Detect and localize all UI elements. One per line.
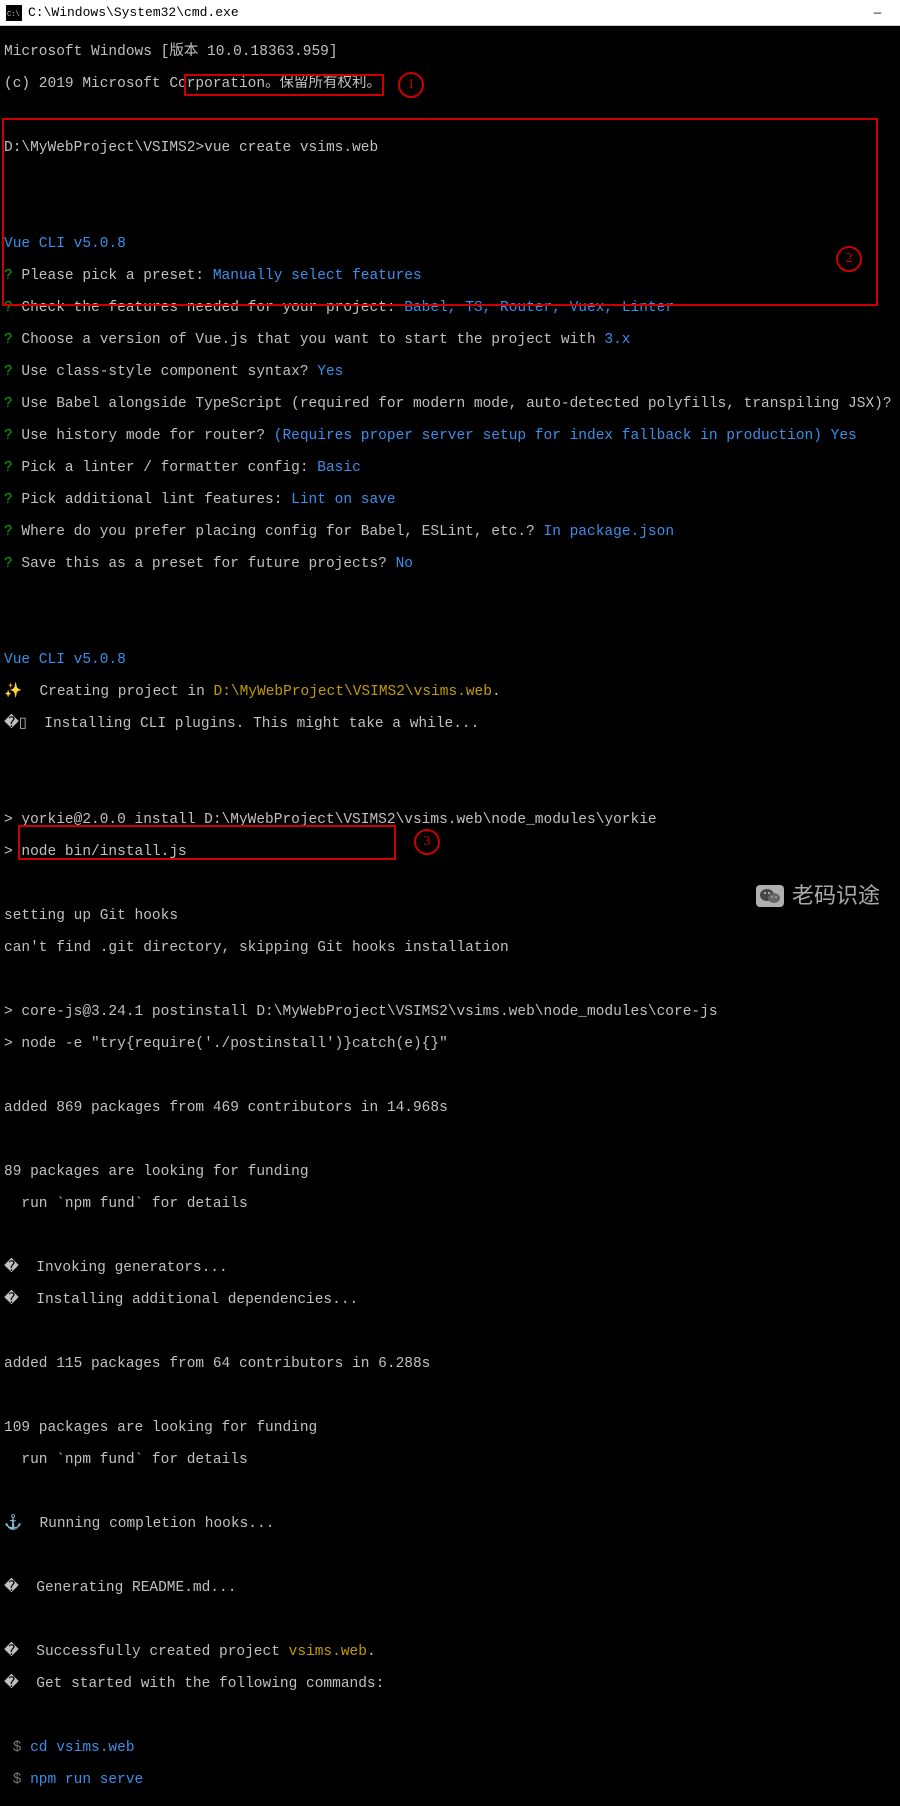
completion-hooks: ⚓ Running completion hooks... (4, 1516, 896, 1532)
cmd-icon (6, 5, 22, 21)
funding-1b: run `npm fund` for details (4, 1196, 896, 1212)
copyright: (c) 2019 Microsoft Corporation。保留所有权利。 (4, 76, 896, 92)
cli-lint-features: ? Pick additional lint features: Lint on… (4, 492, 896, 508)
window-title: C:\Windows\System32\cmd.exe (28, 5, 239, 21)
annotation-circle-3: 3 (414, 829, 440, 855)
generating-readme: � Generating README.md... (4, 1580, 896, 1596)
installing-additional: � Installing additional dependencies... (4, 1292, 896, 1308)
cli-config-placement: ? Where do you prefer placing config for… (4, 524, 896, 540)
funding-2a: 109 packages are looking for funding (4, 1420, 896, 1436)
window-titlebar: C:\Windows\System32\cmd.exe — (0, 0, 900, 26)
os-version: Microsoft Windows [版本 10.0.18363.959] (4, 44, 896, 60)
cli-babel-ts: ? Use Babel alongside TypeScript (requir… (4, 396, 896, 412)
cli-class-style: ? Use class-style component syntax? Yes (4, 364, 896, 380)
annotation-circle-1: 1 (398, 72, 424, 98)
cli-preset: ? Please pick a preset: Manually select … (4, 268, 896, 284)
get-started: � Get started with the following command… (4, 1676, 896, 1692)
cli-save-preset: ? Save this as a preset for future proje… (4, 556, 896, 572)
corejs-install: > core-js@3.24.1 postinstall D:\MyWebPro… (4, 1004, 896, 1020)
invoking-generators: � Invoking generators... (4, 1260, 896, 1276)
yorkie-install: > yorkie@2.0.0 install D:\MyWebProject\V… (4, 812, 896, 828)
wechat-icon (756, 885, 784, 907)
packages-added-2: added 115 packages from 64 contributors … (4, 1356, 896, 1372)
annotation-circle-2: 2 (836, 246, 862, 272)
cli-history-mode: ? Use history mode for router? (Requires… (4, 428, 896, 444)
cli-linter: ? Pick a linter / formatter config: Basi… (4, 460, 896, 476)
git-hooks-setup: setting up Git hooks (4, 908, 896, 924)
cmd-cd: $ cd vsims.web (4, 1740, 896, 1756)
corejs-node: > node -e "try{require('./postinstall')}… (4, 1036, 896, 1052)
installing-cli: �▯ Installing CLI plugins. This might ta… (4, 716, 896, 732)
creating-project: ✨ Creating project in D:\MyWebProject\VS… (4, 684, 896, 700)
git-hooks-skip: can't find .git directory, skipping Git … (4, 940, 896, 956)
terminal-output[interactable]: Microsoft Windows [版本 10.0.18363.959] (c… (0, 26, 900, 1806)
packages-added-1: added 869 packages from 469 contributors… (4, 1100, 896, 1116)
watermark-text: 老码识途 (792, 888, 880, 904)
cli-title: Vue CLI v5.0.8 (4, 236, 896, 252)
funding-2b: run `npm fund` for details (4, 1452, 896, 1468)
success-created: � Successfully created project vsims.web… (4, 1644, 896, 1660)
cmd-npm-run: $ npm run serve (4, 1772, 896, 1788)
yorkie-node: > node bin/install.js (4, 844, 896, 860)
cli-title-2: Vue CLI v5.0.8 (4, 652, 896, 668)
cli-vue-version: ? Choose a version of Vue.js that you wa… (4, 332, 896, 348)
watermark: 老码识途 (756, 885, 880, 907)
command-input: vue create vsims.web (204, 140, 378, 156)
window-controls: — (855, 0, 900, 26)
funding-1a: 89 packages are looking for funding (4, 1164, 896, 1180)
cli-features: ? Check the features needed for your pro… (4, 300, 896, 316)
minimize-button[interactable]: — (855, 0, 900, 26)
command-prompt: D:\MyWebProject\VSIMS2>vue create vsims.… (4, 140, 896, 156)
